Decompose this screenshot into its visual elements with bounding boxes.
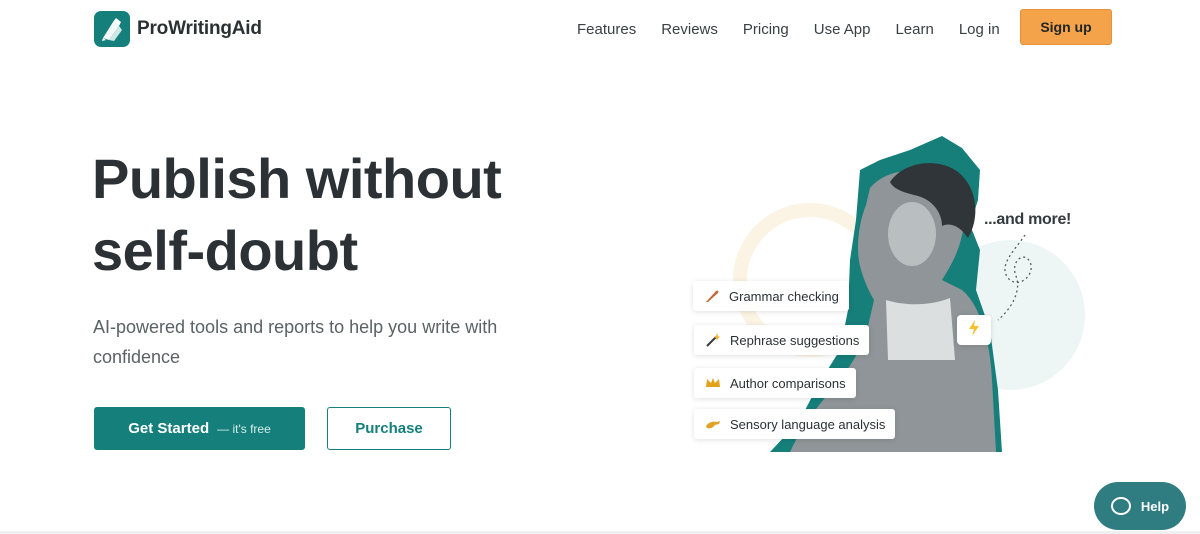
crown-icon: [704, 374, 722, 392]
hand-icon: [704, 415, 722, 433]
nav-use-app[interactable]: Use App: [814, 20, 871, 40]
nav-log-in[interactable]: Log in: [959, 20, 1000, 40]
get-started-button[interactable]: Get Started — it's free: [94, 407, 305, 450]
purchase-button[interactable]: Purchase: [327, 407, 451, 450]
feature-card-rephrase: Rephrase suggestions: [694, 325, 870, 355]
feature-label: Rephrase suggestions: [730, 332, 860, 348]
nav-reviews[interactable]: Reviews: [661, 20, 718, 40]
headline-line-2: self-doubt: [92, 219, 358, 282]
feature-label: Author comparisons: [730, 375, 846, 391]
magic-wand-icon: [704, 331, 722, 349]
signup-button[interactable]: Sign up: [1020, 9, 1112, 45]
nav-learn[interactable]: Learn: [895, 20, 933, 40]
logo[interactable]: ProWritingAid: [94, 11, 262, 47]
prowritingaid-logo-icon: [94, 11, 130, 47]
get-started-label: Get Started: [128, 420, 210, 437]
and-more-label: ...and more!: [984, 211, 1072, 228]
feature-card-sensory: Sensory language analysis: [694, 409, 896, 439]
bolt-card: [957, 315, 991, 345]
hero-headline: Publish without self-doubt: [92, 143, 652, 287]
nav-pricing[interactable]: Pricing: [743, 20, 789, 40]
headline-line-1: Publish without: [92, 147, 502, 210]
main-nav: Features Reviews Pricing Use App Learn L…: [577, 20, 1025, 40]
nav-features[interactable]: Features: [577, 20, 636, 40]
person-face: [888, 202, 936, 266]
get-started-sublabel: — it's free: [217, 421, 271, 436]
feature-label: Grammar checking: [729, 288, 839, 304]
quill-icon: [703, 287, 721, 305]
feature-card-author: Author comparisons: [694, 368, 856, 398]
hero-subhead: AI-powered tools and reports to help you…: [93, 317, 498, 367]
feature-card-grammar: Grammar checking: [693, 281, 849, 311]
chat-bubble-icon: [1110, 497, 1131, 515]
site-header: ProWritingAid Features Reviews Pricing U…: [0, 0, 1200, 58]
person-shirt: [886, 298, 955, 360]
brand-name: ProWritingAid: [137, 18, 262, 39]
lightning-icon: [966, 319, 982, 342]
help-label: Help: [1140, 498, 1170, 514]
feature-label: Sensory language analysis: [730, 416, 886, 432]
help-button[interactable]: Help: [1094, 482, 1186, 530]
